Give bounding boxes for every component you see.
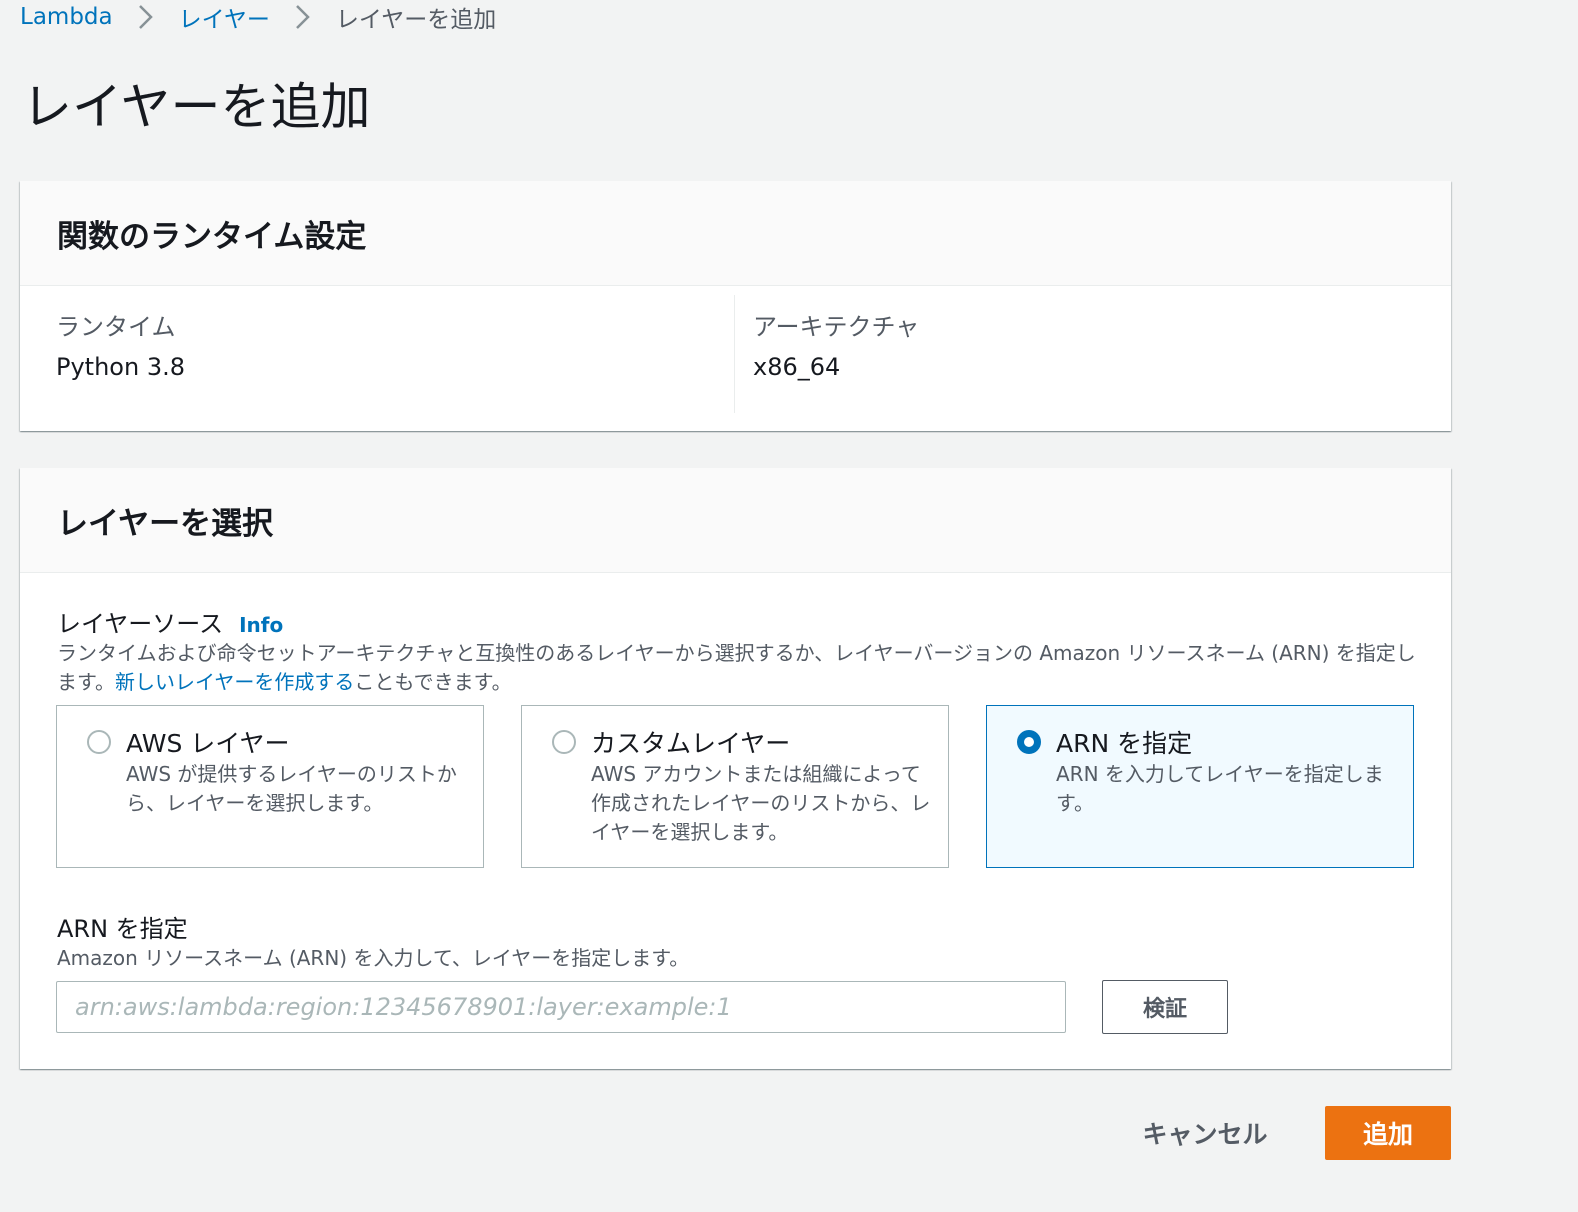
runtime-settings-panel: 関数のランタイム設定 ランタイム Python 3.8 アーキテクチャ x86_… [20, 181, 1451, 431]
breadcrumb-layers[interactable]: レイヤー [179, 0, 270, 34]
radio-aws-layers[interactable] [87, 730, 111, 754]
arn-description: Amazon リソースネーム (ARN) を入力して、レイヤーを指定します。 [57, 946, 690, 970]
info-link[interactable]: Info [239, 613, 283, 637]
radio-custom-layers[interactable] [552, 730, 576, 754]
add-button[interactable]: 追加 [1325, 1106, 1451, 1160]
chevron-right-icon [127, 0, 165, 34]
create-new-layer-link[interactable]: 新しいレイヤーを作成する [115, 670, 354, 694]
option-aws-layers-desc: AWS が提供するレイヤーのリストから、レイヤーを選択します。 [126, 762, 457, 815]
runtime-value: Python 3.8 [56, 353, 185, 381]
layer-source-desc-suffix: こともできます。 [354, 670, 512, 694]
option-specify-arn-desc: ARN を入力してレイヤーを指定します。 [1056, 762, 1384, 815]
architecture-value: x86_64 [753, 353, 841, 381]
option-aws-layers[interactable]: AWS レイヤー AWS が提供するレイヤーのリストから、レイヤーを選択します。 [56, 705, 484, 868]
page-title: レイヤーを追加 [22, 78, 371, 136]
choose-layer-header: レイヤーを選択 [20, 468, 1451, 573]
runtime-column: ランタイム Python 3.8 [20, 295, 735, 413]
layer-source-description: ランタイムおよび命令セットアーキテクチャと互換性のあるレイヤーから選択するか、レ… [57, 639, 1427, 697]
runtime-settings-title: 関数のランタイム設定 [57, 218, 367, 255]
breadcrumb-lambda[interactable]: Lambda [20, 4, 113, 30]
option-specify-arn[interactable]: ARN を指定 ARN を入力してレイヤーを指定します。 [986, 705, 1414, 868]
layer-source-label: レイヤーソース Info [57, 604, 283, 639]
architecture-label: アーキテクチャ [753, 313, 920, 341]
layer-source-label-text: レイヤーソース [57, 610, 224, 638]
architecture-column: アーキテクチャ x86_64 [735, 295, 1451, 413]
runtime-settings-grid: ランタイム Python 3.8 アーキテクチャ x86_64 [20, 287, 1451, 431]
option-custom-layers-title: カスタムレイヤー [591, 729, 791, 758]
verify-button[interactable]: 検証 [1102, 980, 1228, 1034]
option-specify-arn-title: ARN を指定 [1056, 729, 1193, 758]
breadcrumb-current: レイヤーを追加 [335, 7, 497, 33]
runtime-label: ランタイム [56, 313, 176, 341]
option-aws-layers-title: AWS レイヤー [126, 729, 290, 758]
arn-input[interactable] [56, 981, 1066, 1033]
choose-layer-title: レイヤーを選択 [57, 505, 274, 542]
breadcrumb: Lambda レイヤー レイヤーを追加 [20, 0, 496, 34]
option-custom-layers[interactable]: カスタムレイヤー AWS アカウントまたは組織によって作成されたレイヤーのリスト… [521, 705, 949, 868]
cancel-button[interactable]: キャンセル [1122, 1106, 1288, 1160]
choose-layer-panel: レイヤーを選択 レイヤーソース Info ランタイムおよび命令セットアーキテクチャ… [20, 468, 1451, 1069]
runtime-settings-header: 関数のランタイム設定 [20, 181, 1451, 286]
option-custom-layers-desc: AWS アカウントまたは組織によって作成されたレイヤーのリストから、レイヤーを選… [591, 762, 931, 844]
radio-specify-arn[interactable] [1017, 730, 1041, 754]
arn-label: ARN を指定 [57, 915, 188, 943]
chevron-right-icon [284, 0, 322, 34]
